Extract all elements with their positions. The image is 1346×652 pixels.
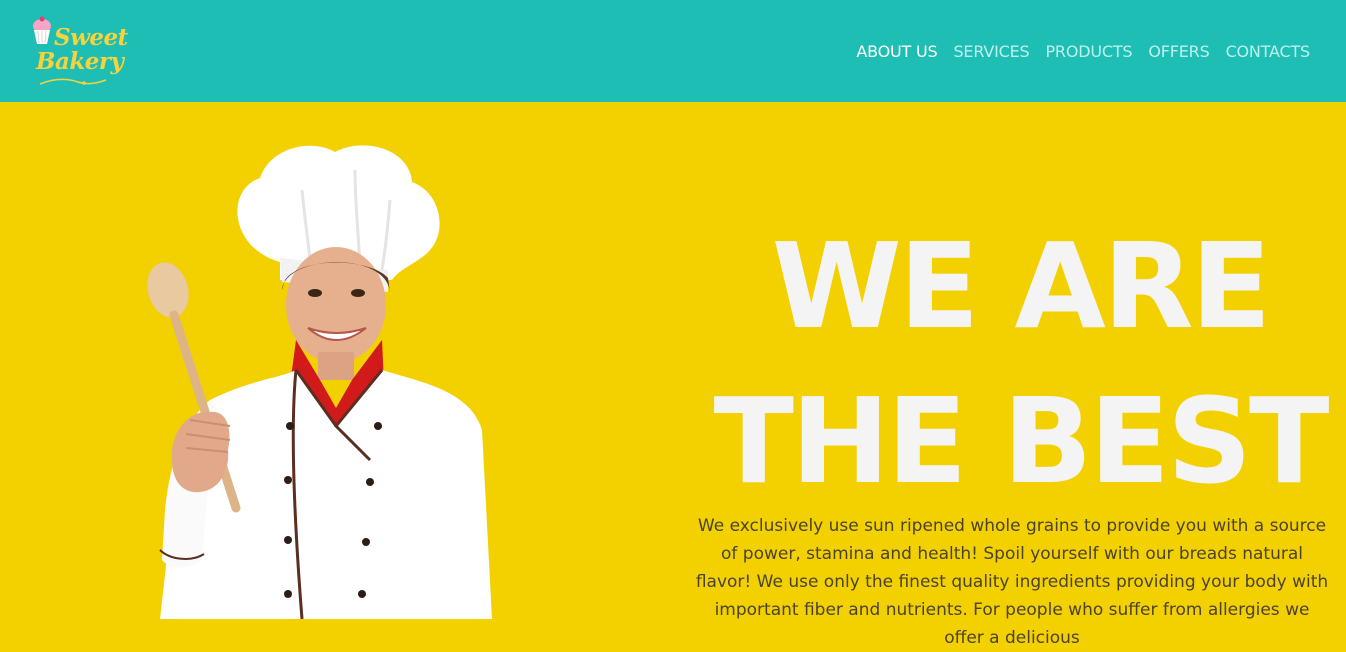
site-header: Sweet Bakery ABOUT US SERVICES PRODUCTS … xyxy=(0,0,1346,102)
headline-line-1: WE ARE xyxy=(771,217,1272,355)
nav-about-us[interactable]: ABOUT US xyxy=(856,42,937,62)
logo-line-1: Sweet xyxy=(54,24,128,51)
headline-line-2: THE BEST xyxy=(713,372,1330,510)
nav-contacts[interactable]: CONTACTS xyxy=(1226,42,1311,62)
nav-services[interactable]: SERVICES xyxy=(953,42,1029,62)
chef-photo xyxy=(147,145,492,619)
hero-section: WE ARE THE BEST We exclusively use sun r… xyxy=(0,102,1346,648)
logo-line-2: Bakery xyxy=(36,48,124,75)
sweet-bakery-logo[interactable]: Sweet Bakery xyxy=(30,14,130,90)
main-nav: ABOUT US SERVICES PRODUCTS OFFERS CONTAC… xyxy=(856,42,1310,62)
hero-description: We exclusively use sun ripened whole gra… xyxy=(695,516,1329,648)
nav-offers[interactable]: OFFERS xyxy=(1148,42,1209,62)
nav-products[interactable]: PRODUCTS xyxy=(1045,42,1132,62)
